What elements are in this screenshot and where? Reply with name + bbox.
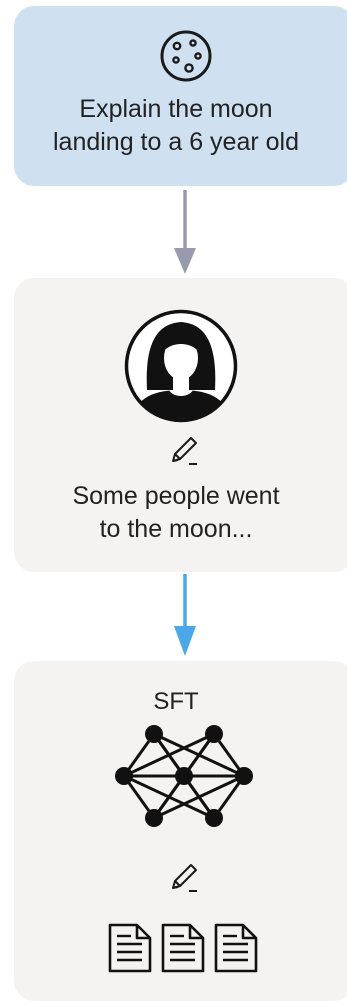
- prompt-line-1: Explain the moon: [79, 95, 273, 123]
- person-avatar-icon: [124, 309, 238, 423]
- arrow-down-1: [174, 190, 196, 274]
- pencil-icon: [172, 437, 197, 465]
- prompt-line-2: landing to a 6 year old: [52, 128, 299, 156]
- sft-title: SFT: [153, 688, 199, 715]
- neural-network-icon: [115, 725, 253, 827]
- pencil-icon: [172, 864, 197, 892]
- human-line-2: to the moon...: [99, 515, 253, 543]
- arrow-down-2: [174, 574, 196, 656]
- moon-icon: [160, 30, 212, 82]
- document-icon: [214, 923, 258, 973]
- document-icon: [161, 923, 205, 973]
- document-icon: [108, 923, 152, 973]
- human-line-1: Some people went: [72, 482, 280, 510]
